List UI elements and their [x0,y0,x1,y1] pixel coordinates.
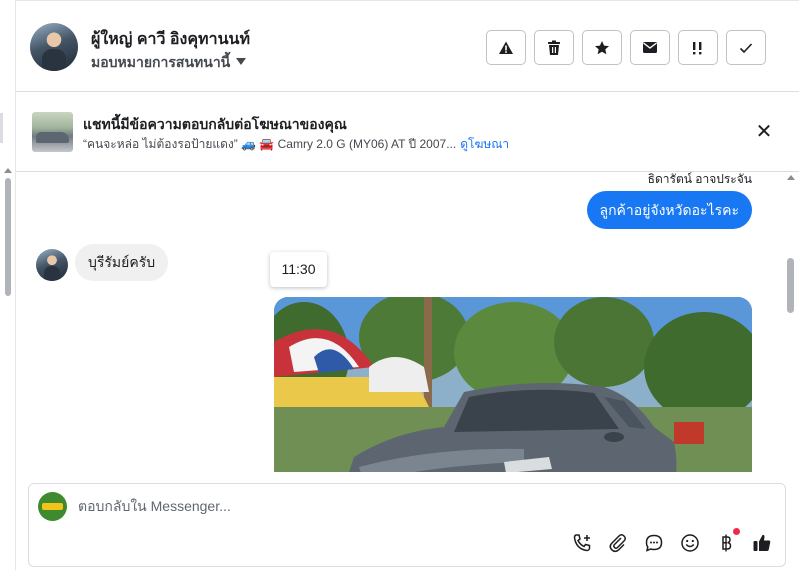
envelope-icon [643,42,657,53]
delete-button[interactable] [534,30,574,65]
mark-unread-button[interactable] [630,30,670,65]
timestamp-tooltip: 11:30 [270,252,327,287]
message-thread: ธิดารัตน์ อาจประจัน ลูกค้าอยู่จังหวัดอะไ… [16,172,784,472]
ad-banner-subtitle: “คนจะหล่อ ไม่ต้องรอป้ายแดง” 🚙 🚘 Camry 2.… [83,135,509,154]
call-button[interactable] [571,532,593,554]
trash-icon [548,40,560,55]
paperclip-icon [609,534,626,553]
chat-scrollbar-thumb[interactable] [787,258,794,313]
notification-dot [733,528,740,535]
check-icon [739,42,753,53]
thumbs-up-icon [753,534,771,551]
reply-composer [28,483,786,567]
contact-avatar[interactable] [30,23,78,71]
smiley-icon [681,534,699,552]
chat-scrollbar[interactable] [784,172,799,472]
report-spam-button[interactable] [486,30,526,65]
follow-up-button[interactable] [678,30,718,65]
contact-avatar-small[interactable] [36,249,68,281]
sender-name: ธิดารัตน์ อาจประจัน [647,172,752,186]
conversation-header: ผู้ใหญ่ คาวี อิงคุทานนท์ มอบหมายการสนทนา… [16,0,799,92]
scroll-up-icon[interactable] [787,175,795,180]
ad-banner-title: แชทนี้มีข้อความตอบกลับต่อโฆษณาของคุณ [83,116,347,132]
saved-replies-button[interactable] [643,532,665,554]
left-panel-edge [0,0,16,570]
star-button[interactable] [582,30,622,65]
left-panel-divider [0,113,3,143]
emoji-button[interactable] [679,532,701,554]
page-avatar[interactable] [38,492,67,521]
baht-icon [722,534,732,552]
left-scrollbar-thumb[interactable] [5,178,11,296]
reply-input[interactable] [78,498,578,514]
scroll-up-icon[interactable] [4,168,12,173]
car-photo-attachment[interactable] [274,297,752,472]
attach-button[interactable] [607,532,629,554]
ad-reply-banner: แชทนี้มีข้อความตอบกลับต่อโฆษณาของคุณ “คน… [16,92,799,172]
outgoing-message-bubble[interactable]: ลูกค้าอยู่จังหวัดอะไรคะ [586,191,752,229]
contact-name[interactable]: ผู้ใหญ่ คาวี อิงคุทานนท์ [91,27,250,52]
warning-icon [499,41,513,54]
assign-conversation-dropdown[interactable]: มอบหมายการสนทนานี้ [91,52,247,74]
assign-label: มอบหมายการสนทนานี้ [91,54,231,70]
phone-plus-icon [573,534,591,552]
like-button[interactable] [751,532,773,554]
ad-thumbnail[interactable] [32,112,73,152]
star-icon [595,40,609,54]
view-ad-link[interactable]: ดูโฆษณา [460,137,509,151]
ad-caption: “คนจะหล่อ ไม่ต้องรอป้ายแดง” 🚙 🚘 Camry 2.… [83,137,457,151]
messenger-inbox: ผู้ใหญ่ คาวี อิงคุทานนท์ มอบหมายการสนทนา… [0,0,804,570]
mark-done-button[interactable] [726,30,766,65]
chat-bubble-icon [645,534,663,552]
car-photo-image [274,297,752,472]
caret-down-icon [236,57,247,65]
incoming-message-bubble[interactable]: บุรีรัมย์ครับ [75,244,169,281]
close-icon[interactable]: ✕ [754,122,774,142]
flag-icon [693,41,702,54]
payment-button[interactable] [715,532,737,554]
